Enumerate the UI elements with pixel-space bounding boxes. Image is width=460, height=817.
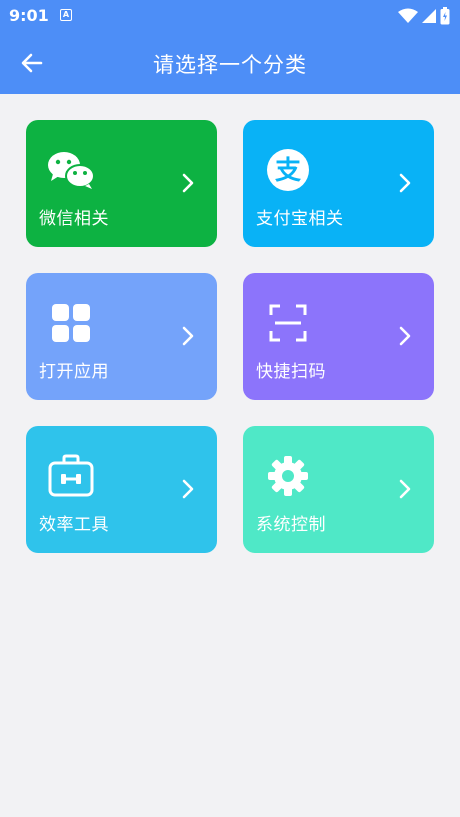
category-card-efficiency-tools[interactable]: 效率工具 (26, 426, 217, 553)
category-label: 支付宝相关 (256, 209, 344, 229)
category-card-system-control[interactable]: 系统控制 (243, 426, 434, 553)
chevron-right-icon (182, 479, 194, 499)
status-time: 9:01 (9, 6, 49, 25)
category-card-open-app[interactable]: 打开应用 (26, 273, 217, 400)
category-card-alipay[interactable]: 支 支付宝相关 (243, 120, 434, 247)
chevron-right-icon (182, 326, 194, 346)
scan-icon (263, 301, 313, 345)
status-bar: 9:01 A (0, 0, 460, 32)
chevron-right-icon (399, 479, 411, 499)
chevron-right-icon (399, 173, 411, 193)
chevron-right-icon (182, 173, 194, 193)
notification-icon: A (60, 9, 72, 21)
alipay-icon: 支 (263, 148, 313, 192)
category-label: 微信相关 (39, 209, 109, 229)
gear-icon (263, 454, 313, 498)
toolbox-icon (46, 454, 96, 498)
category-card-wechat[interactable]: 微信相关 (26, 120, 217, 247)
category-label: 打开应用 (39, 362, 109, 382)
chevron-right-icon (399, 326, 411, 346)
status-icons (398, 6, 450, 26)
category-label: 系统控制 (256, 515, 326, 535)
wifi-icon (398, 8, 418, 23)
category-card-quick-scan[interactable]: 快捷扫码 (243, 273, 434, 400)
signal-icon (422, 9, 436, 23)
app-bar: 请选择一个分类 (0, 32, 460, 94)
svg-text:支: 支 (275, 156, 301, 186)
battery-icon (440, 7, 450, 25)
page-title: 请选择一个分类 (153, 53, 307, 77)
apps-grid-icon (46, 301, 96, 345)
wechat-icon (46, 148, 96, 192)
category-label: 快捷扫码 (256, 362, 326, 382)
category-label: 效率工具 (39, 515, 109, 535)
